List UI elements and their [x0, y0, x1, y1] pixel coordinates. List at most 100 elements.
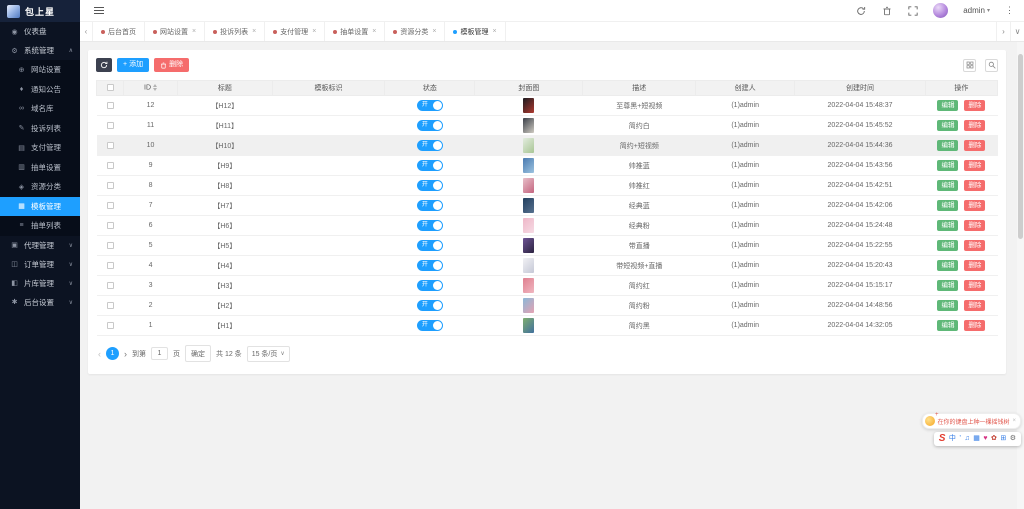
row-checkbox[interactable] — [106, 161, 114, 169]
sidebar-group-item[interactable]: ◫ 订单管理 ∨ — [0, 255, 80, 274]
tab[interactable]: 后台首页 — [93, 22, 145, 41]
search-icon[interactable] — [985, 58, 998, 72]
row-delete-button[interactable]: 删除 — [964, 200, 986, 211]
tab-close-icon[interactable]: × — [312, 28, 316, 35]
row-checkbox[interactable] — [106, 281, 114, 289]
cover-thumbnail[interactable] — [523, 318, 535, 333]
sidebar-subitem[interactable]: ♦ 通知公告 — [0, 80, 80, 100]
sidebar-subitem[interactable]: ⊕ 网站设置 — [0, 60, 80, 80]
edit-button[interactable]: 编辑 — [937, 260, 959, 271]
sogou-logo[interactable]: S — [939, 434, 946, 444]
ime-icon[interactable]: ’ — [959, 435, 961, 443]
add-button[interactable]: + 添加 — [117, 58, 150, 72]
ime-icon[interactable]: ✿ — [991, 435, 997, 443]
sidebar-subitem[interactable]: ✎ 投诉列表 — [0, 119, 80, 139]
row-delete-button[interactable]: 删除 — [964, 140, 986, 151]
status-toggle[interactable]: 开 — [416, 180, 443, 191]
cover-thumbnail[interactable] — [523, 98, 535, 113]
clear-cache-icon[interactable] — [881, 5, 892, 16]
row-delete-button[interactable]: 删除 — [964, 160, 986, 171]
tab[interactable]: 资源分类 × — [385, 22, 446, 41]
status-toggle[interactable]: 开 — [416, 320, 443, 331]
status-toggle[interactable]: 开 — [416, 220, 443, 231]
tab[interactable]: 模板管理 × — [445, 22, 506, 41]
sidebar-group-item[interactable]: ◧ 片库管理 ∨ — [0, 274, 80, 293]
tab[interactable]: 支付管理 × — [265, 22, 326, 41]
cover-thumbnail[interactable] — [523, 218, 535, 233]
row-checkbox[interactable] — [106, 181, 114, 189]
edit-button[interactable]: 编辑 — [937, 160, 959, 171]
cover-thumbnail[interactable] — [523, 138, 535, 153]
status-toggle[interactable]: 开 — [416, 100, 443, 111]
row-checkbox[interactable] — [106, 141, 114, 149]
row-checkbox[interactable] — [106, 101, 114, 109]
cover-thumbnail[interactable] — [523, 258, 535, 273]
refresh-icon[interactable] — [855, 5, 866, 16]
sidebar-subitem[interactable]: ▥ 抽单设置 — [0, 158, 80, 178]
edit-button[interactable]: 编辑 — [937, 180, 959, 191]
sidebar-item-dashboard[interactable]: ◉ 仪表盘 — [0, 22, 80, 41]
cover-thumbnail[interactable] — [523, 198, 535, 213]
row-delete-button[interactable]: 删除 — [964, 320, 986, 331]
tab-close-icon[interactable]: × — [192, 28, 196, 35]
goto-page-input[interactable] — [151, 347, 168, 360]
status-toggle[interactable]: 开 — [416, 200, 443, 211]
row-checkbox[interactable] — [106, 301, 114, 309]
status-toggle[interactable]: 开 — [416, 280, 443, 291]
row-checkbox[interactable] — [106, 121, 114, 129]
ime-icon[interactable]: ▦ — [973, 435, 980, 443]
edit-button[interactable]: 编辑 — [937, 320, 959, 331]
row-checkbox[interactable] — [106, 201, 114, 209]
cover-thumbnail[interactable] — [523, 238, 535, 253]
cover-thumbnail[interactable] — [523, 158, 535, 173]
sort-icon[interactable] — [153, 84, 158, 92]
tab-close-icon[interactable]: × — [372, 28, 376, 35]
row-checkbox[interactable] — [106, 241, 114, 249]
edit-button[interactable]: 编辑 — [937, 300, 959, 311]
select-all-checkbox[interactable] — [106, 84, 114, 92]
row-delete-button[interactable]: 删除 — [964, 280, 986, 291]
tab[interactable]: 抽单设置 × — [325, 22, 386, 41]
sidebar-group-item[interactable]: ▣ 代理管理 ∨ — [0, 236, 80, 255]
row-delete-button[interactable]: 删除 — [964, 240, 986, 251]
ime-icon[interactable]: ♫ — [964, 435, 969, 443]
tab-close-icon[interactable]: × — [432, 28, 436, 35]
cover-thumbnail[interactable] — [523, 178, 535, 193]
sidebar-group-item[interactable]: ✱ 后台设置 ∨ — [0, 293, 80, 312]
tab[interactable]: 投诉列表 × — [205, 22, 266, 41]
row-delete-button[interactable]: 删除 — [964, 180, 986, 191]
tab-scroll-right[interactable]: › — [996, 22, 1010, 41]
status-toggle[interactable]: 开 — [416, 120, 443, 131]
ime-icon[interactable]: 中 — [949, 435, 956, 443]
row-delete-button[interactable]: 删除 — [964, 220, 986, 231]
ime-icon[interactable]: ⊞ — [1000, 435, 1006, 443]
scrollbar-thumb[interactable] — [1018, 54, 1023, 239]
row-checkbox[interactable] — [106, 221, 114, 229]
refresh-table-button[interactable] — [96, 58, 112, 72]
edit-button[interactable]: 编辑 — [937, 200, 959, 211]
status-toggle[interactable]: 开 — [416, 160, 443, 171]
row-delete-button[interactable]: 删除 — [964, 260, 986, 271]
tab-menu-icon[interactable]: ∨ — [1010, 22, 1024, 41]
goto-confirm-button[interactable]: 确定 — [185, 345, 211, 362]
user-menu[interactable]: admin ▾ — [963, 6, 990, 15]
edit-button[interactable]: 编辑 — [937, 280, 959, 291]
sidebar-subitem[interactable]: ◈ 资源分类 — [0, 177, 80, 197]
tab[interactable]: 网站设置 × — [145, 22, 206, 41]
sidebar-subitem[interactable]: ▦ 模板管理 — [0, 196, 80, 216]
edit-button[interactable]: 编辑 — [937, 100, 959, 111]
status-toggle[interactable]: 开 — [416, 240, 443, 251]
sidebar-toggle-icon[interactable] — [94, 5, 104, 16]
sidebar-item-system[interactable]: ⚙ 系统管理 ∧ — [0, 41, 80, 60]
row-delete-button[interactable]: 删除 — [964, 120, 986, 131]
row-delete-button[interactable]: 删除 — [964, 100, 986, 111]
edit-button[interactable]: 编辑 — [937, 120, 959, 131]
cover-thumbnail[interactable] — [523, 298, 535, 313]
column-filter-icon[interactable] — [963, 58, 976, 72]
fullscreen-icon[interactable] — [907, 5, 918, 16]
logo[interactable]: 包上星 — [0, 0, 80, 22]
next-page-icon[interactable]: › — [124, 349, 127, 359]
sidebar-subitem[interactable]: ∞ 域名库 — [0, 99, 80, 119]
cover-thumbnail[interactable] — [523, 278, 535, 293]
row-checkbox[interactable] — [106, 321, 114, 329]
